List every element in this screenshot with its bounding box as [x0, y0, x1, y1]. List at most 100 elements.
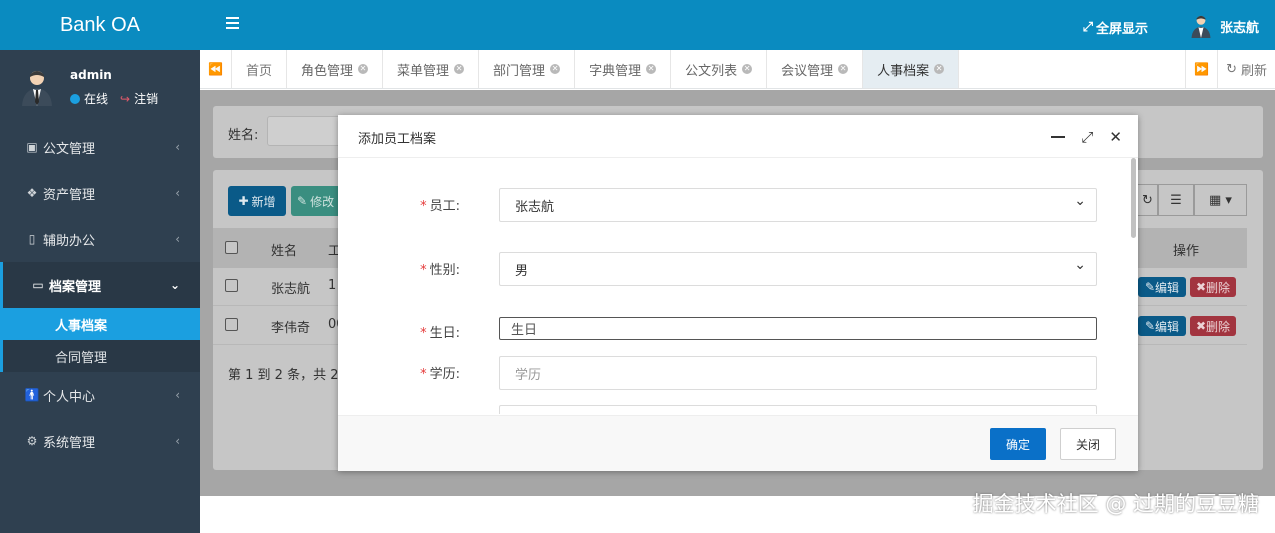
row-delete-button[interactable]: ✖ 删除 [1190, 316, 1236, 336]
tab-meetings[interactable]: 会议管理 ✕ [767, 50, 864, 88]
partial-input[interactable] [499, 405, 1097, 414]
logout-icon[interactable]: ↪ [120, 92, 130, 106]
tab-label: 角色管理 [301, 63, 354, 79]
close-icon[interactable]: ✕ [550, 64, 561, 74]
tab-home[interactable]: 首页 [232, 50, 288, 88]
gender-label: * 性别: [420, 263, 460, 278]
sidebar-item-archives[interactable]: ▭ 档案管理 ⌄ [0, 262, 200, 308]
sidebar-item-label: 辅助办公 [43, 233, 96, 249]
fullscreen-label: 全屏显示 [1095, 22, 1148, 37]
refresh-icon: ↻ [1226, 61, 1237, 77]
close-icon[interactable]: ✕ [454, 64, 465, 74]
tab-label: 首页 [246, 63, 273, 79]
online-dot-icon [70, 93, 80, 104]
sidebar-subitem-contracts[interactable]: 合同管理 [3, 340, 200, 372]
grid-icon: ▦ ▾ [1209, 192, 1232, 208]
sidebar-item-label: 个人中心 [43, 389, 96, 405]
sidebar-item-personal[interactable]: 🚹 个人中心 ‹ [0, 372, 200, 418]
column-header-actions: 操作 [1173, 244, 1200, 259]
user-panel: admin 在线 ↪ 注销 [0, 50, 200, 124]
birthday-input[interactable]: 生日 [499, 317, 1097, 340]
close-icon[interactable]: ✕ [1109, 128, 1122, 146]
tab-prev-button[interactable]: ⏪ [200, 50, 232, 88]
edit-icon: ✎ [1144, 319, 1156, 333]
add-employee-dialog: 添加员工档案 ⤢ ✕ *员工: 张志航 *性别: 男 *生日: 生日 *学历: [338, 115, 1138, 471]
minimize-icon[interactable] [1051, 136, 1066, 138]
columns-toggle-button[interactable]: ☰ [1158, 184, 1194, 216]
tab-departments[interactable]: 部门管理 ✕ [479, 50, 576, 88]
sidebar-item-documents[interactable]: ▣ 公文管理 ‹ [0, 124, 200, 170]
add-button[interactable]: ✚ 新增 [228, 186, 286, 216]
sidebar-subitem-personnel[interactable]: 人事档案 [3, 308, 200, 340]
tab-documents[interactable]: 公文列表 ✕ [671, 50, 768, 88]
briefcase-icon: ▣ [26, 140, 38, 154]
refresh-button[interactable]: ↻ 刷新 [1217, 50, 1275, 88]
row-checkbox[interactable] [225, 318, 238, 331]
fullscreen-button[interactable]: ⤢ 全屏显示 [1083, 18, 1148, 37]
tab-roles[interactable]: 角色管理 ✕ [287, 50, 384, 88]
app-title[interactable]: Bank OA [0, 0, 200, 50]
sidebar-item-label: 公文管理 [43, 141, 96, 157]
gear-icon: ⚙ [26, 434, 38, 448]
file-icon: ▯ [28, 232, 36, 246]
export-dropdown-button[interactable]: ▦ ▾ [1194, 184, 1247, 216]
sidebar-item-system[interactable]: ⚙ 系统管理 ‹ [0, 418, 200, 464]
app-root: Bank OA admin 在线 ↪ 注销 ▣ 公文管理 ‹ ❖ 资产管理 ‹ … [0, 0, 1275, 533]
close-icon[interactable]: ✕ [358, 64, 369, 74]
cell-id: 1 [328, 278, 337, 293]
tab-menus[interactable]: 菜单管理 ✕ [383, 50, 480, 88]
row-edit-label: 编辑 [1155, 319, 1180, 334]
refresh-label: 刷新 [1240, 63, 1267, 79]
select-all-checkbox[interactable] [225, 241, 238, 254]
sidebar-menu: ▣ 公文管理 ‹ ❖ 资产管理 ‹ ▯ 辅助办公 ‹ ▭ 档案管理 ⌄ 人事档案 [0, 124, 200, 464]
chevron-down-icon: ⌄ [169, 278, 180, 292]
chevron-left-icon: ‹ [175, 434, 180, 448]
row-edit-button[interactable]: ✎ 编辑 [1138, 316, 1186, 336]
sidebar-item-office[interactable]: ▯ 辅助办公 ‹ [0, 216, 200, 262]
dialog-footer: 确定 关闭 [338, 415, 1138, 471]
tab-next-button[interactable]: ⏩ [1185, 50, 1217, 88]
refresh-table-button[interactable]: ↻ [1138, 184, 1158, 216]
logout-link[interactable]: 注销 [134, 90, 158, 107]
header-user[interactable]: 张志航 [1190, 14, 1259, 38]
close-icon[interactable]: ✕ [646, 64, 657, 74]
backward-icon: ⏪ [208, 62, 223, 76]
tab-label: 会议管理 [781, 63, 834, 79]
tab-dictionary[interactable]: 字典管理 ✕ [575, 50, 672, 88]
edit-label: 修改 [310, 194, 335, 209]
close-button[interactable]: 关闭 [1060, 428, 1116, 460]
close-icon[interactable]: ✕ [838, 64, 849, 74]
sidebar-item-assets[interactable]: ❖ 资产管理 ‹ [0, 170, 200, 216]
tab-label: 公文列表 [685, 63, 738, 79]
confirm-button[interactable]: 确定 [990, 428, 1046, 460]
pagination-info: 第 1 到 2 条，共 2 [228, 368, 339, 383]
column-header-name[interactable]: 姓名 [271, 240, 297, 259]
user-name: admin [70, 68, 112, 82]
tab-label: 菜单管理 [397, 63, 450, 79]
row-edit-button[interactable]: ✎ 编辑 [1138, 277, 1186, 297]
employee-select[interactable]: 张志航 [499, 188, 1097, 222]
education-input[interactable]: 学历 [499, 356, 1097, 390]
close-icon[interactable]: ✕ [742, 64, 753, 74]
sidebar: Bank OA admin 在线 ↪ 注销 ▣ 公文管理 ‹ ❖ 资产管理 ‹ … [0, 0, 200, 533]
chevron-left-icon: ‹ [175, 232, 180, 246]
menu-toggle-icon[interactable] [226, 17, 239, 32]
sidebar-item-label: 资产管理 [43, 187, 96, 203]
row-delete-label: 删除 [1206, 319, 1231, 334]
dialog-scrollbar[interactable] [1131, 158, 1136, 238]
sidebar-item-label: 档案管理 [49, 279, 102, 295]
dialog-controls: ⤢ ✕ [1051, 128, 1122, 146]
tab-label: 人事档案 [877, 63, 930, 79]
status-text: 在线 [84, 92, 109, 106]
close-icon[interactable]: ✕ [934, 64, 945, 74]
edit-icon: ✎ [1144, 280, 1156, 294]
maximize-icon[interactable]: ⤢ [1081, 128, 1093, 146]
education-label: * 学历: [420, 367, 460, 382]
row-delete-button[interactable]: ✖ 删除 [1190, 277, 1236, 297]
header-user-name: 张志航 [1219, 20, 1259, 36]
list-icon: ☰ [1170, 192, 1182, 208]
gender-select[interactable]: 男 [499, 252, 1097, 286]
tab-personnel[interactable]: 人事档案 ✕ [863, 50, 960, 88]
row-checkbox[interactable] [225, 279, 238, 292]
user-status: 在线 ↪ 注销 [70, 90, 158, 107]
